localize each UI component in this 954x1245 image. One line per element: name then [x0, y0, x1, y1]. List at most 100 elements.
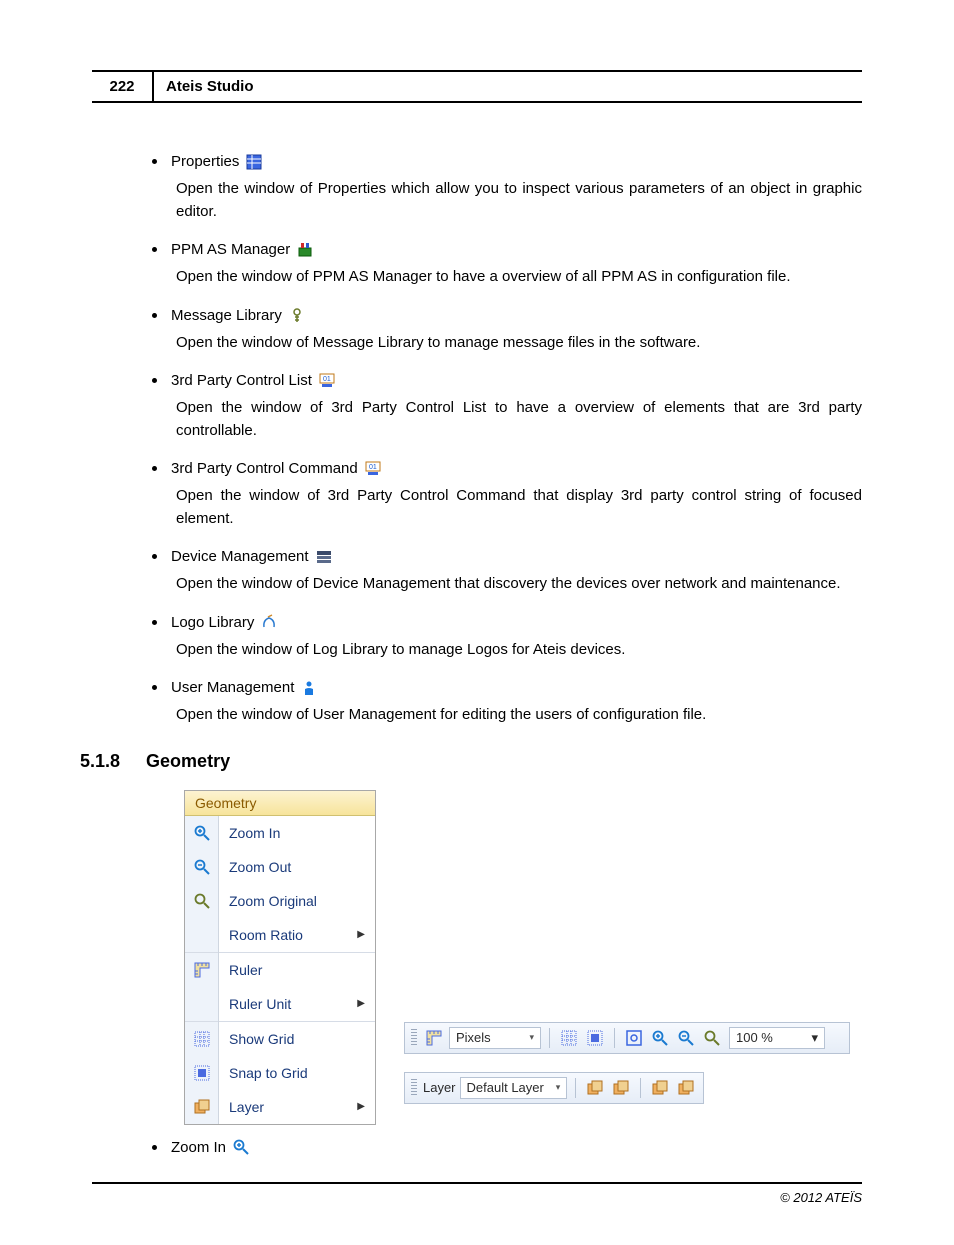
layer-del-icon[interactable] [610, 1077, 632, 1099]
zoom-in-icon [185, 816, 218, 850]
zoom-in-icon [232, 1139, 250, 1155]
menu-item-label: Show Grid [229, 1031, 294, 1047]
header-title: Ateis Studio [154, 72, 862, 101]
bullet-label: Device Management [171, 548, 309, 565]
ruler-unit-dropdown[interactable]: Pixels ▾ [449, 1027, 541, 1049]
zoom-fit-icon[interactable] [623, 1027, 645, 1049]
bullet-label: 3rd Party Control Command [171, 460, 358, 477]
bullet-item: 3rd Party Control List 01 [152, 372, 862, 389]
bullet-label: Zoom In [171, 1139, 226, 1156]
menu-item-label: Layer [229, 1099, 264, 1115]
menu-item-show-grid[interactable]: Show Grid [219, 1022, 375, 1056]
zoom-out-icon [185, 850, 218, 884]
menu-item-zoom-in[interactable]: Zoom In [219, 816, 375, 850]
chevron-down-icon: ▾ [529, 1032, 534, 1043]
svg-text:01: 01 [369, 464, 377, 471]
bullet-dot [152, 1145, 157, 1150]
bullet-item: Message Library [152, 307, 862, 324]
layer-add-icon[interactable] [584, 1077, 606, 1099]
bullet-label: Message Library [171, 307, 282, 324]
geometry-menu: Geometry Zoom In Zoom Out Zoom Original Roo… [184, 790, 376, 1125]
bullet-description: Open the window of User Management for e… [176, 704, 862, 727]
grid-icon[interactable] [558, 1027, 580, 1049]
bullet-label: Logo Library [171, 614, 254, 631]
ruler-unit-value: Pixels [456, 1030, 491, 1045]
menu-item-zoom-out[interactable]: Zoom Out [219, 850, 375, 884]
section-heading: 5.1.8 Geometry [80, 751, 862, 772]
menu-item-ruler[interactable]: Ruler [219, 953, 375, 987]
third-party-list-icon: 01 [318, 373, 336, 389]
menu-item-zoom-original[interactable]: Zoom Original [219, 884, 375, 918]
zoom-level-dropdown[interactable]: 100 % ▾ [729, 1027, 825, 1049]
ruler-icon[interactable] [423, 1027, 445, 1049]
third-party-cmd-icon: 01 [364, 461, 382, 477]
bullet-zoom-in: Zoom In [152, 1139, 862, 1156]
bullet-description: Open the window of Properties which allo… [176, 178, 862, 223]
properties-icon [245, 154, 263, 170]
snap-icon [185, 1056, 218, 1090]
snap-icon[interactable] [584, 1027, 606, 1049]
menu-item-ruler-unit[interactable]: Ruler Unit ▶ [219, 987, 375, 1021]
layer-label: Layer [423, 1080, 456, 1095]
menu-item-snap-to-grid[interactable]: Snap to Grid [219, 1056, 375, 1090]
submenu-arrow-icon: ▶ [357, 1101, 365, 1112]
zoom-orig-icon [185, 884, 218, 918]
bullet-dot [152, 313, 157, 318]
message-icon [288, 307, 306, 323]
bullet-item: Device Management [152, 548, 862, 565]
grid-icon [185, 1022, 218, 1056]
bullet-description: Open the window of 3rd Party Control Com… [176, 485, 862, 530]
bullet-description: Open the window of PPM AS Manager to hav… [176, 266, 862, 289]
bullet-description: Open the window of Log Library to manage… [176, 639, 862, 662]
bullet-item: Properties [152, 153, 862, 170]
menu-item-label: Zoom In [229, 825, 280, 841]
footer-copyright: © 2012 ATEÏS [92, 1182, 862, 1205]
submenu-arrow-icon: ▶ [357, 998, 365, 1009]
toolbar-grip[interactable] [411, 1079, 417, 1097]
layer-copy-icon[interactable] [649, 1077, 671, 1099]
zoom-orig-icon[interactable] [701, 1027, 723, 1049]
toolbar-grip[interactable] [411, 1029, 417, 1047]
bullet-dot [152, 685, 157, 690]
device-mgmt-icon [315, 549, 333, 565]
submenu-arrow-icon: ▶ [357, 929, 365, 940]
menu-item-label: Snap to Grid [229, 1065, 308, 1081]
ppm-icon [296, 242, 314, 258]
menu-item-label: Ruler [229, 962, 262, 978]
user-mgmt-icon [300, 680, 318, 696]
bullet-item: 3rd Party Control Command 01 [152, 460, 862, 477]
zoom-in-icon[interactable] [649, 1027, 671, 1049]
bullet-dot [152, 620, 157, 625]
menu-item-label: Ruler Unit [229, 996, 291, 1012]
menu-item-room-ratio[interactable]: Room Ratio ▶ [219, 918, 375, 952]
bullet-dot [152, 554, 157, 559]
geometry-toolbar: Pixels ▾ 100 % ▾ [404, 1022, 850, 1054]
page-number: 222 [92, 72, 154, 101]
zoom-level-value: 100 % [736, 1030, 773, 1045]
section-number: 5.1.8 [80, 751, 120, 772]
layer-toolbar: Layer Default Layer ▾ [404, 1072, 704, 1104]
layer-paste-icon[interactable] [675, 1077, 697, 1099]
logo-library-icon [260, 614, 278, 630]
layer-dropdown[interactable]: Default Layer ▾ [460, 1077, 568, 1099]
layer-icon [185, 1090, 218, 1124]
bullet-label: User Management [171, 679, 294, 696]
menu-item-layer[interactable]: Layer ▶ [219, 1090, 375, 1124]
bullet-dot [152, 466, 157, 471]
blank-icon [185, 918, 218, 952]
blank-icon [185, 987, 218, 1021]
geometry-tab[interactable]: Geometry [185, 791, 375, 816]
page-header: 222 Ateis Studio [92, 70, 862, 103]
bullet-label: 3rd Party Control List [171, 372, 312, 389]
bullet-description: Open the window of Device Management tha… [176, 573, 862, 596]
menu-item-label: Zoom Original [229, 893, 317, 909]
layer-value: Default Layer [467, 1080, 544, 1095]
menu-item-label: Zoom Out [229, 859, 291, 875]
bullet-dot [152, 378, 157, 383]
bullet-item: Logo Library [152, 614, 862, 631]
section-title: Geometry [146, 751, 230, 772]
menu-item-label: Room Ratio [229, 927, 303, 943]
bullet-dot [152, 159, 157, 164]
zoom-out-icon[interactable] [675, 1027, 697, 1049]
chevron-down-icon: ▾ [811, 1030, 818, 1046]
